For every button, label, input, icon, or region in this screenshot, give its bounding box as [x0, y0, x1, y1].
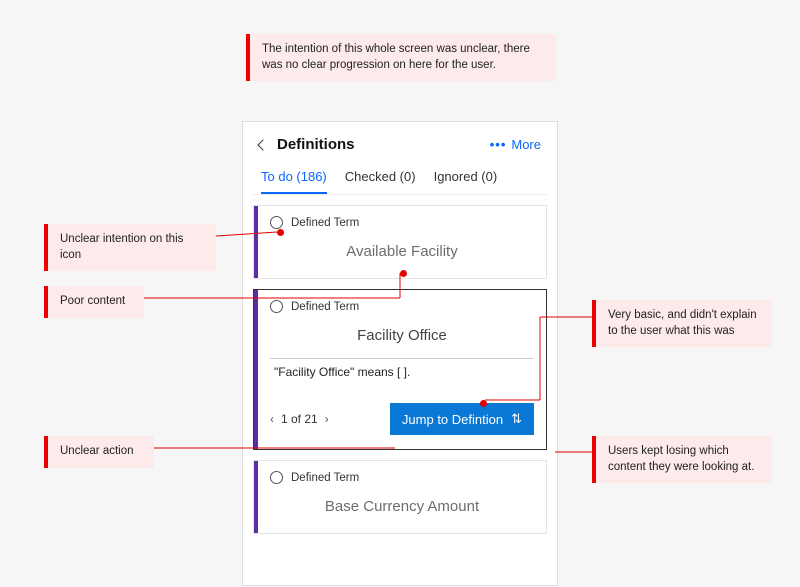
panel-header-left: Definitions: [259, 136, 355, 153]
card-type-label: Defined Term: [291, 217, 359, 229]
annotation-text: Unclear action: [60, 445, 134, 457]
annotation-left-1: Unclear intention on this icon: [44, 224, 216, 271]
card-head: Defined Term: [270, 471, 534, 484]
card-type-label: Defined Term: [291, 472, 359, 484]
panel-header: Definitions ••• More: [243, 122, 557, 159]
card-definition: "Facility Office" means [ ].: [270, 358, 534, 379]
tabs: To do (186) Checked (0) Ignored (0): [243, 159, 557, 194]
pager: ‹ 1 of 21 ›: [270, 412, 329, 426]
card-head: Defined Term: [270, 216, 534, 229]
jump-label: Jump to Defintion: [402, 412, 503, 427]
card-accent: [254, 206, 258, 278]
tab-todo[interactable]: To do (186): [261, 169, 327, 194]
annotation-right-1: Very basic, and didn't explain to the us…: [592, 300, 772, 347]
jump-to-definition-button[interactable]: Jump to Defintion ⇅: [390, 403, 534, 435]
definition-card-selected[interactable]: Defined Term Facility Office "Facility O…: [253, 289, 547, 450]
annotation-text: Unclear intention on this icon: [60, 233, 183, 261]
status-radio-icon[interactable]: [270, 471, 283, 484]
definitions-panel: Definitions ••• More To do (186) Checked…: [242, 121, 558, 586]
status-radio-icon[interactable]: [270, 300, 283, 313]
ellipsis-icon: •••: [490, 137, 507, 152]
definition-card[interactable]: Defined Term Base Currency Amount: [253, 460, 547, 534]
panel-title: Definitions: [277, 136, 355, 153]
annotation-text: Users kept losing which content they wer…: [608, 445, 754, 473]
card-term: Base Currency Amount: [270, 484, 534, 519]
card-term: Facility Office: [270, 313, 534, 348]
annotation-right-2: Users kept losing which content they wer…: [592, 436, 772, 483]
annotation-top: The intention of this whole screen was u…: [246, 34, 556, 81]
marker-dot: [400, 270, 407, 277]
status-radio-icon[interactable]: [270, 216, 283, 229]
card-accent: [254, 461, 258, 533]
tab-checked[interactable]: Checked (0): [345, 169, 416, 194]
annotation-left-3: Unclear action: [44, 436, 154, 468]
pager-label: 1 of 21: [281, 412, 318, 426]
more-label: More: [511, 137, 541, 152]
card-accent: [254, 290, 258, 449]
annotation-text: Very basic, and didn't explain to the us…: [608, 309, 757, 337]
more-button[interactable]: ••• More: [490, 137, 541, 152]
card-head: Defined Term: [270, 300, 534, 313]
jump-icon: ⇅: [511, 411, 522, 427]
annotation-text: The intention of this whole screen was u…: [262, 43, 530, 71]
card-term: Available Facility: [270, 229, 534, 264]
card-actions: ‹ 1 of 21 › Jump to Defintion ⇅: [270, 403, 534, 435]
card-list: Defined Term Available Facility Defined …: [243, 195, 557, 534]
card-type-label: Defined Term: [291, 301, 359, 313]
back-icon[interactable]: [257, 139, 268, 150]
tab-ignored[interactable]: Ignored (0): [434, 169, 498, 194]
marker-dot: [480, 400, 487, 407]
marker-dot: [277, 229, 284, 236]
pager-prev-icon[interactable]: ‹: [270, 412, 274, 426]
definition-card[interactable]: Defined Term Available Facility: [253, 205, 547, 279]
annotation-left-2: Poor content: [44, 286, 144, 318]
annotation-text: Poor content: [60, 295, 125, 307]
pager-next-icon[interactable]: ›: [325, 412, 329, 426]
